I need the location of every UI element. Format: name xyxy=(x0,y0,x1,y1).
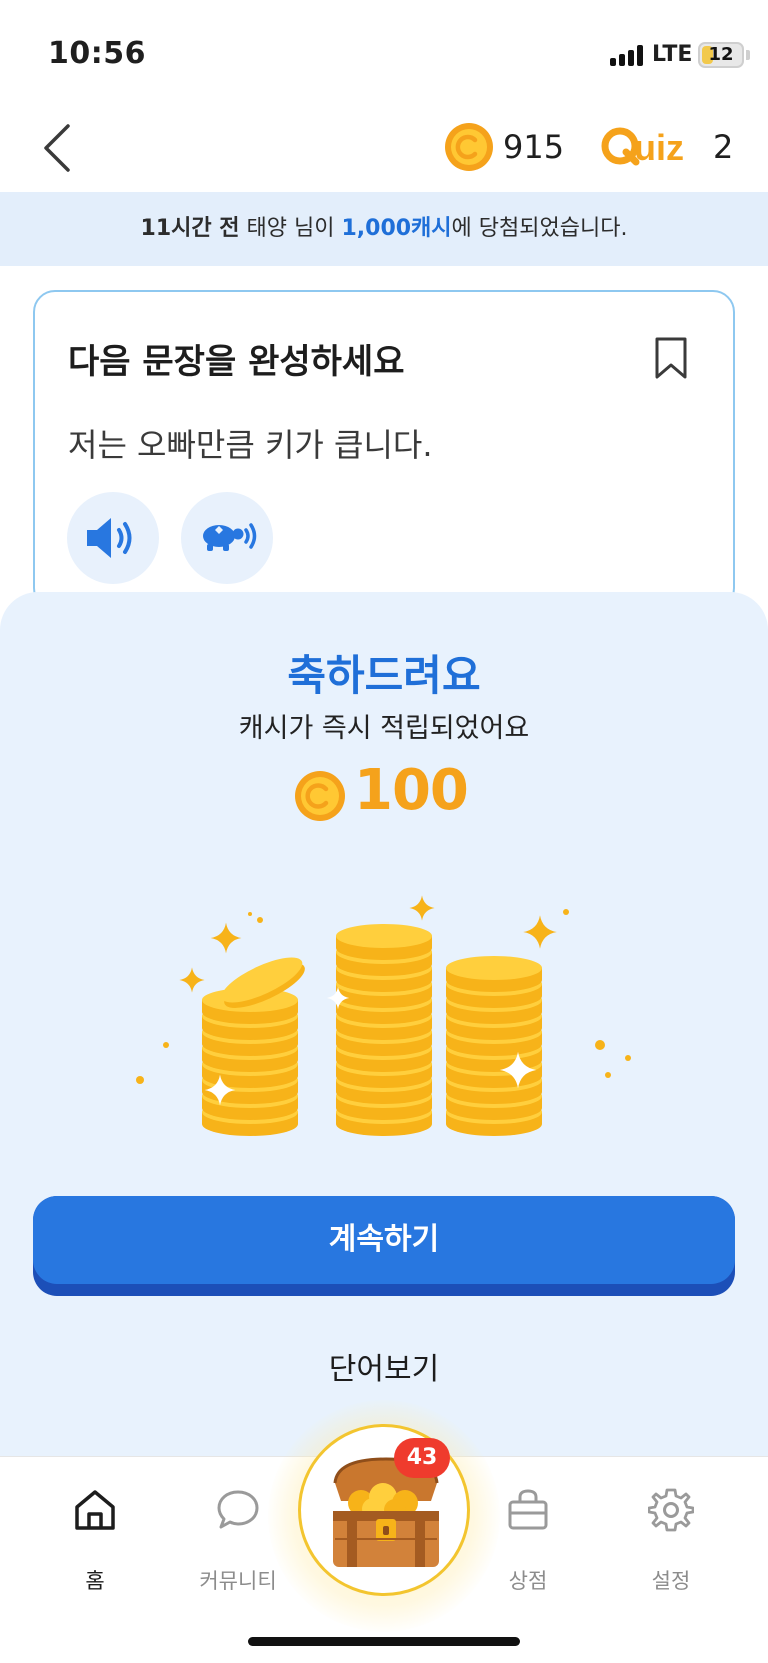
reward-amount: 100 xyxy=(354,758,469,823)
signal-icon xyxy=(610,44,646,66)
battery-cap xyxy=(746,50,750,60)
nav-settings[interactable]: 설정 xyxy=(606,1457,736,1607)
quiz-logo: uiz xyxy=(601,127,684,168)
quiz-count: 2 xyxy=(713,128,734,166)
cash-coin-icon xyxy=(445,123,493,171)
home-icon xyxy=(75,1490,115,1530)
battery-level: 12 xyxy=(708,44,734,65)
continue-button-label: 계속하기 xyxy=(33,1196,735,1284)
reward-sheet: 축하드려요 캐시가 즉시 적립되었어요 100 계속하기 단어보기 xyxy=(0,592,768,1462)
bookmark-button[interactable] xyxy=(653,336,689,380)
back-button[interactable] xyxy=(38,120,78,176)
nav-settings-label: 설정 xyxy=(651,1569,691,1593)
home-indicator xyxy=(248,1637,520,1646)
chevron-left-icon xyxy=(44,124,70,172)
coin-balance: 915 xyxy=(503,128,565,166)
network-type: LTE xyxy=(652,42,693,67)
turtle-speaker-icon xyxy=(203,523,257,551)
status-time: 10:56 xyxy=(48,36,146,71)
continue-button[interactable]: 계속하기 xyxy=(33,1196,735,1296)
winner-notice-banner: 11시간 전 태양 님이 1,000캐시에 당첨되었습니다. xyxy=(0,192,768,266)
speaker-icon xyxy=(87,518,132,558)
chest-badge: 43 xyxy=(394,1438,450,1478)
notice-time-ago: 11시간 전 xyxy=(140,216,240,241)
nav-home-label: 홈 xyxy=(85,1569,105,1593)
gear-icon xyxy=(648,1488,694,1532)
top-bar: 915 uiz 2 xyxy=(0,100,768,192)
battery-icon: 12 xyxy=(698,42,744,68)
shopping-bag-icon xyxy=(508,1489,548,1530)
view-words-link[interactable]: 단어보기 xyxy=(0,1344,768,1388)
congrats-subtitle: 캐시가 즉시 적립되었어요 xyxy=(238,713,530,744)
question-title: 다음 문장을 완성하세요 xyxy=(68,342,405,382)
notice-suffix: 에 당첨되었습니다. xyxy=(451,216,628,241)
notice-amount: 1,000캐시 xyxy=(341,216,452,241)
play-audio-button[interactable] xyxy=(67,492,159,584)
reward-amount-group: 100 xyxy=(294,758,494,838)
coin-stacks-illustration xyxy=(136,895,631,1136)
nav-home[interactable]: 홈 xyxy=(30,1457,160,1607)
status-bar: 10:56 LTE 12 xyxy=(0,0,768,100)
bookmark-icon xyxy=(655,337,687,379)
chat-bubble-icon xyxy=(217,1490,259,1529)
congrats-title: 축하드려요 xyxy=(287,651,481,700)
question-sentence: 저는 오빠만큼 키가 큽니다. xyxy=(68,426,433,464)
svg-text:uiz: uiz xyxy=(634,127,684,168)
notice-user: 태양 님이 xyxy=(239,216,342,241)
cash-coin-icon xyxy=(295,771,345,821)
play-slow-audio-button[interactable] xyxy=(181,492,273,584)
question-card: 다음 문장을 완성하세요 저는 오빠만큼 키가 큽니다. xyxy=(33,290,735,610)
